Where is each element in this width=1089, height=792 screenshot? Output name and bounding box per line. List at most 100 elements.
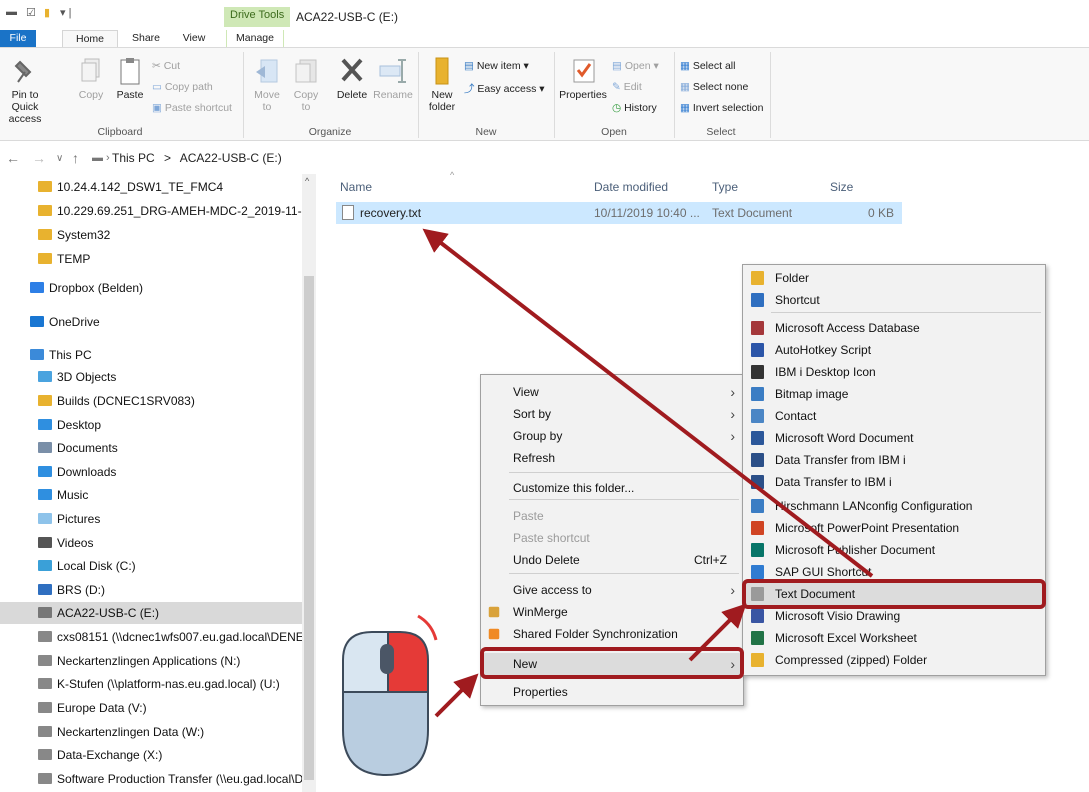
column-name[interactable]: Name [340,180,372,194]
nav-item[interactable]: System32 [0,224,302,246]
pin-quick-access-button[interactable]: Pin to Quick access [2,56,48,125]
nav-item[interactable]: Music [0,484,302,506]
context-menu-item[interactable]: WinMerge [481,601,743,623]
customize-quick-access-icon[interactable]: ▾ | [60,6,71,19]
new-submenu-item[interactable]: Data Transfer from IBM i [743,449,1045,471]
new-submenu-item[interactable]: Compressed (zipped) Folder [743,649,1045,671]
nav-item[interactable]: Europe Data (V:) [0,697,302,719]
nav-item[interactable]: Neckartenzlingen Applications (N:) [0,650,302,672]
select-all-button[interactable]: ▦ Select all [680,60,735,72]
delete-button[interactable]: Delete [334,56,370,101]
new-submenu-item[interactable]: Microsoft Publisher Document [743,539,1045,561]
column-type[interactable]: Type [712,180,738,194]
context-menu-item[interactable]: Sort by › [481,403,743,425]
nav-item[interactable]: 10.24.4.142_DSW1_TE_FMC4 [0,176,302,198]
new-submenu-item[interactable]: Folder [743,267,1045,289]
pin-icon [14,60,32,83]
tab-file[interactable]: File [0,30,36,48]
nav-item[interactable]: Local Disk (C:) [0,555,302,577]
new-submenu-item[interactable]: Microsoft Access Database [743,317,1045,339]
nav-item[interactable]: This PC [0,344,302,366]
nav-item[interactable]: Documents [0,437,302,459]
open-button[interactable]: ▤ Open ▾ [612,60,659,72]
context-menu-item[interactable]: Give access to › [481,579,743,601]
new-submenu-item[interactable]: Hirschmann LANconfig Configuration [743,495,1045,517]
context-menu-item[interactable]: Group by › [481,425,743,447]
breadcrumb-this-pc[interactable]: This PC [112,151,155,165]
nav-item[interactable]: Builds (DCNEC1SRV083) [0,390,302,412]
nav-item-label: Documents [57,441,118,455]
new-item-button[interactable]: ▤ New item ▾ [464,60,529,72]
tab-share[interactable]: Share [124,30,168,48]
nav-item[interactable]: Pictures [0,508,302,530]
breadcrumb-drive[interactable]: ACA22-USB-C (E:) [180,151,282,165]
context-menu-item[interactable]: Shared Folder Synchronization [481,623,743,645]
nav-item[interactable]: Videos [0,532,302,554]
scroll-up-icon[interactable]: ^ [305,176,309,186]
nav-item[interactable]: Software Production Transfer (\\eu.gad.l… [0,768,302,790]
column-date-modified[interactable]: Date modified [594,180,668,194]
nav-item[interactable]: 3D Objects [0,366,302,388]
file-type: Text Document [712,206,793,220]
history-button[interactable]: ◷ History [612,102,657,114]
copy-path-button[interactable]: ▭ Copy path [152,81,213,93]
navigation-pane: 10.24.4.142_DSW1_TE_FMC4 10.229.69.251_DR… [0,174,326,792]
nav-item[interactable]: K-Stufen (\\platform-nas.eu.gad.local) (… [0,673,302,695]
tab-manage[interactable]: Manage [226,30,284,48]
tab-view[interactable]: View [174,30,214,48]
new-submenu-item[interactable]: Microsoft PowerPoint Presentation [743,517,1045,539]
downloads-icon [38,466,52,477]
invert-selection-button[interactable]: ▦ Invert selection [680,102,763,114]
nav-item[interactable]: BRS (D:) [0,579,302,601]
new-submenu-item[interactable]: Shortcut [743,289,1045,311]
back-arrow-icon[interactable]: ← [6,150,20,166]
nav-item[interactable]: cxs08151 (\\dcnec1wfs007.eu.gad.local\DE… [0,626,302,648]
context-menu-item[interactable]: Paste [481,505,743,527]
menu-separator [509,499,739,500]
cut-button[interactable]: ✂ Cut [152,60,180,72]
new-submenu-item[interactable]: Data Transfer to IBM i [743,471,1045,493]
nav-item[interactable]: 10.229.69.251_DRG-AMEH-MDC-2_2019-11-04 [0,200,302,222]
nav-item[interactable]: ACA22-USB-C (E:) [0,602,302,624]
new-folder-button[interactable]: New folder [424,56,460,113]
tab-home[interactable]: Home [62,30,118,48]
forward-arrow-icon[interactable]: → [32,150,46,166]
context-menu-item[interactable]: View › [481,381,743,403]
paste-shortcut-button[interactable]: ▣ Paste shortcut [152,102,232,114]
paste-button[interactable]: Paste [114,56,146,101]
breadcrumb[interactable]: This PC > ACA22-USB-C (E:) [112,151,288,165]
nav-item[interactable]: TEMP [0,248,302,270]
context-menu-item[interactable]: Undo Delete Ctrl+Z [481,549,743,571]
nav-item[interactable]: Desktop [0,414,302,436]
context-menu-item[interactable]: Properties [481,681,743,703]
select-none-button[interactable]: ▦ Select none [680,81,748,93]
properties-button[interactable]: Properties [558,56,608,101]
easy-access-button[interactable]: ⤴ Easy access ▾ [464,81,545,96]
nav-scroll-thumb[interactable] [304,276,314,780]
nav-item[interactable]: Downloads [0,461,302,483]
nav-item[interactable]: Dropbox (Belden) [0,277,302,299]
new-folder-quick-icon[interactable]: ▮ [44,6,50,19]
recent-chevron-icon[interactable]: ∨ [56,153,63,164]
context-menu-item[interactable]: Customize this folder... [481,477,743,499]
up-arrow-icon[interactable]: ↑ [72,150,79,166]
context-menu-item[interactable]: Refresh [481,447,743,469]
new-submenu-item[interactable]: IBM i Desktop Icon [743,361,1045,383]
context-menu-item[interactable]: Paste shortcut [481,527,743,549]
new-submenu-item[interactable]: Bitmap image [743,383,1045,405]
nav-item[interactable]: Data-Exchange (X:) [0,744,302,766]
new-submenu-item[interactable]: Contact [743,405,1045,427]
copy-button[interactable]: Copy [76,56,106,101]
copy-to-button[interactable]: Copy to [290,56,322,113]
new-submenu-item[interactable]: AutoHotkey Script [743,339,1045,361]
edit-button[interactable]: ✎ Edit [612,81,642,93]
new-submenu-item[interactable]: Microsoft Excel Worksheet [743,627,1045,649]
new-submenu-item[interactable]: Microsoft Word Document [743,427,1045,449]
nav-item[interactable]: OneDrive [0,311,302,333]
column-size[interactable]: Size [830,180,853,194]
rename-button[interactable]: Rename [372,56,414,101]
move-to-button[interactable]: Move to [250,56,284,113]
file-row[interactable]: recovery.txt 10/11/2019 10:40 ... Text D… [336,202,902,224]
nav-item[interactable]: Neckartenzlingen Data (W:) [0,721,302,743]
properties-icon[interactable]: ☑ [26,6,36,19]
